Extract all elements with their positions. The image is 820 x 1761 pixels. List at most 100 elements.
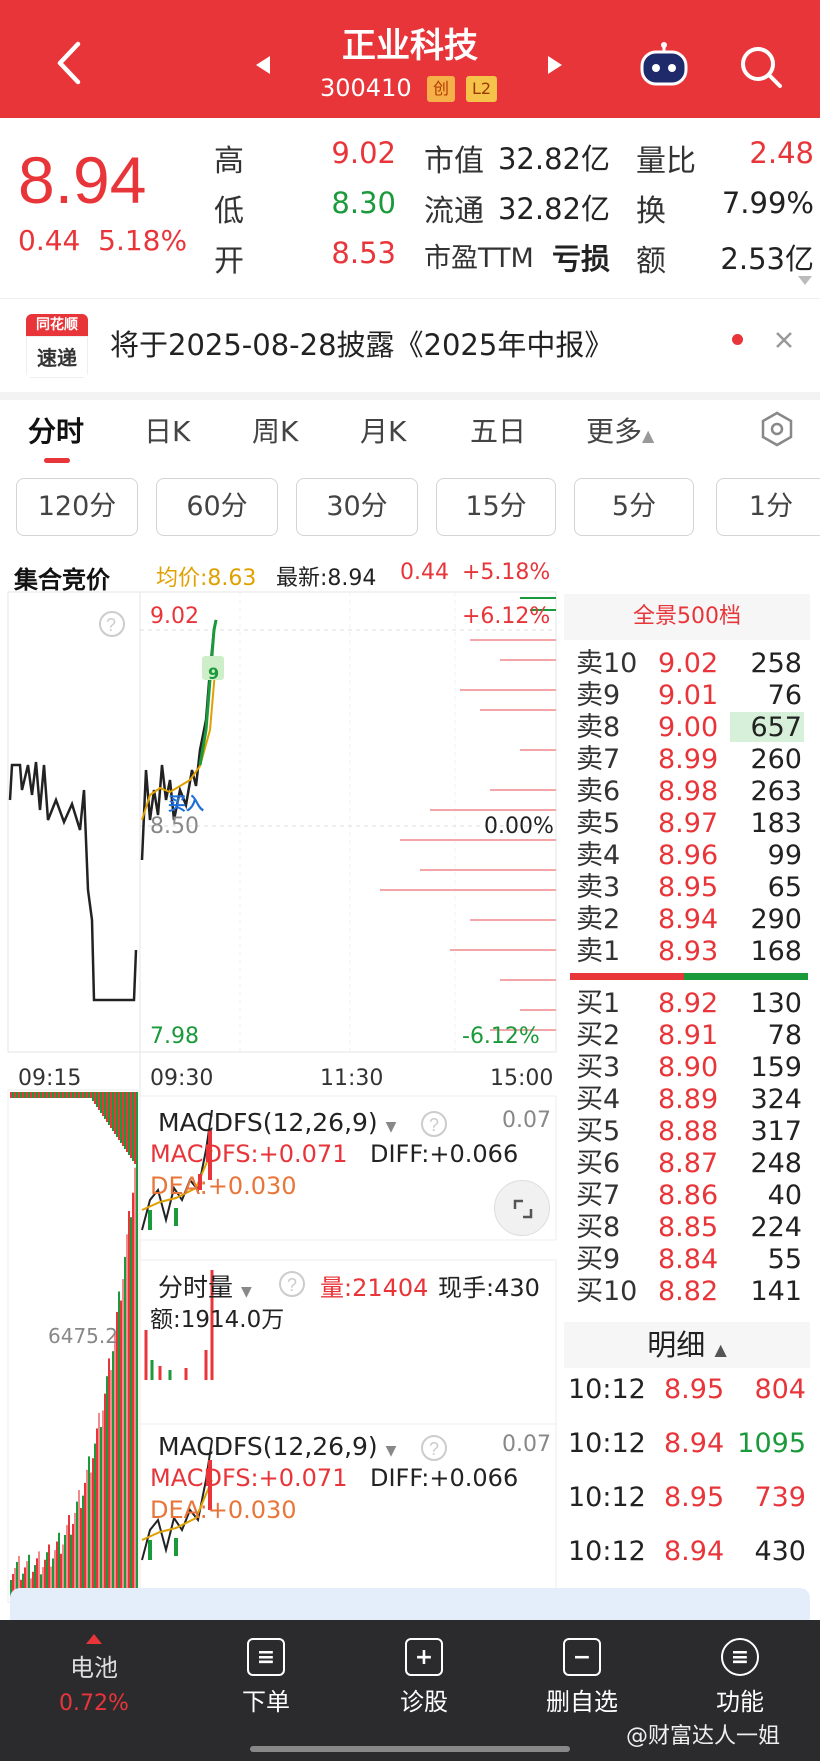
caret-up-icon: ▲ bbox=[714, 1340, 727, 1359]
tab-intraday[interactable]: 分时 bbox=[28, 410, 84, 450]
quote-value: 8.30 bbox=[331, 186, 396, 220]
time-1500: 15:00 bbox=[490, 1066, 554, 1091]
unread-dot bbox=[732, 334, 743, 345]
auction-change: 0.44 bbox=[400, 560, 449, 585]
current-hand: 现手:430 bbox=[438, 1274, 540, 1302]
settings-hex-icon[interactable] bbox=[758, 410, 796, 448]
quote-label: 开 bbox=[214, 244, 244, 279]
order-level-label: 买4 bbox=[576, 1084, 621, 1115]
order-level-label: 卖8 bbox=[576, 712, 621, 743]
order-price: 9.01 bbox=[658, 680, 719, 711]
tab-monthly-k[interactable]: 月K bbox=[360, 410, 406, 450]
svg-text:?: ? bbox=[106, 615, 116, 635]
order-volume: 40 bbox=[767, 1180, 802, 1211]
buy-marker[interactable]: 买入 bbox=[168, 790, 204, 816]
order-volume: 224 bbox=[750, 1212, 802, 1243]
order-price: 8.95 bbox=[658, 872, 719, 903]
detail-volume: 739 bbox=[754, 1482, 806, 1513]
order-level-label: 买7 bbox=[576, 1180, 621, 1211]
macd2-diff: DIFF:+0.066 bbox=[370, 1464, 519, 1492]
order-level-label: 卖10 bbox=[576, 648, 638, 679]
fullscreen-button[interactable] bbox=[494, 1180, 550, 1236]
quote-label: 市值 bbox=[424, 144, 484, 179]
detail-tab[interactable]: 明细 ▲ bbox=[564, 1322, 810, 1368]
order-price: 8.91 bbox=[658, 1020, 719, 1051]
order-price: 8.88 bbox=[658, 1116, 719, 1147]
order-price: 8.82 bbox=[658, 1276, 719, 1307]
close-icon[interactable] bbox=[774, 330, 794, 350]
quote-label: 低 bbox=[214, 194, 244, 229]
detail-volume: 430 bbox=[754, 1536, 806, 1567]
volume-title[interactable]: 分时量 ▼ bbox=[158, 1268, 252, 1304]
order-volume: 76 bbox=[767, 680, 802, 711]
notice-text[interactable]: 将于2025-08-28披露《2025年中报》 bbox=[110, 322, 613, 364]
order-volume: 260 bbox=[750, 744, 802, 775]
quote-value: 8.53 bbox=[331, 236, 396, 270]
order-level-label: 卖1 bbox=[576, 936, 621, 967]
detail-volume: 804 bbox=[754, 1374, 806, 1405]
quote-label: 流通 bbox=[424, 194, 484, 229]
home-indicator bbox=[250, 1746, 570, 1752]
chart-mid-price: 8.50 bbox=[150, 814, 199, 839]
order-level-label: 买5 bbox=[576, 1116, 621, 1147]
robot-assistant-icon[interactable] bbox=[638, 42, 690, 88]
level2-badge: L2 bbox=[466, 76, 498, 102]
fullscreen-icon bbox=[513, 1199, 533, 1219]
order-volume: 657 bbox=[750, 712, 802, 743]
search-icon[interactable] bbox=[738, 44, 784, 90]
order-level-label: 卖9 bbox=[576, 680, 621, 711]
period-30min[interactable]: 30分 bbox=[296, 478, 418, 536]
tab-more[interactable]: 更多▲ bbox=[586, 410, 654, 450]
tab-daily-k[interactable]: 日K bbox=[144, 410, 190, 450]
quote-value: 32.82亿 bbox=[497, 192, 610, 226]
menu-icon: ≡ bbox=[721, 1638, 759, 1676]
tab-underline bbox=[44, 458, 70, 463]
svg-text:?: ? bbox=[429, 1115, 439, 1135]
order-price: 8.87 bbox=[658, 1148, 719, 1179]
order-price: 8.90 bbox=[658, 1052, 719, 1083]
order-level-label: 卖7 bbox=[576, 744, 621, 775]
nav-remove-watchlist[interactable]: − 删自选 bbox=[522, 1620, 642, 1717]
order-volume: 324 bbox=[750, 1084, 802, 1115]
next-stock-icon[interactable] bbox=[546, 54, 564, 76]
tab-five-day[interactable]: 五日 bbox=[470, 410, 526, 450]
tab-more-label: 更多 bbox=[586, 415, 643, 448]
detail-volume: 1095 bbox=[737, 1428, 806, 1459]
order-price: 8.98 bbox=[658, 776, 719, 807]
period-5min[interactable]: 5分 bbox=[574, 478, 694, 536]
change-percent: 5.18% bbox=[98, 224, 188, 257]
order-volume: 290 bbox=[750, 904, 802, 935]
detail-time: 10:12 bbox=[568, 1374, 646, 1405]
help-icon[interactable]: ? bbox=[278, 1270, 306, 1298]
nav-battery[interactable]: 电池 0.72% bbox=[34, 1620, 154, 1716]
quote-label: 换 bbox=[636, 194, 666, 229]
order-level-label: 买3 bbox=[576, 1052, 621, 1083]
macd1-title[interactable]: MACDFS(12,26,9) ▼ bbox=[158, 1108, 396, 1137]
nav-functions[interactable]: ≡ 功能 bbox=[680, 1620, 800, 1717]
order-volume: 55 bbox=[767, 1244, 802, 1275]
order-level-label: 买6 bbox=[576, 1148, 621, 1179]
order-price: 8.92 bbox=[658, 988, 719, 1019]
help-icon[interactable]: ? bbox=[420, 1110, 448, 1138]
nav-order-label: 下单 bbox=[242, 1688, 290, 1716]
order-volume: 183 bbox=[750, 808, 802, 839]
order-volume: 78 bbox=[767, 1020, 802, 1051]
period-60min[interactable]: 60分 bbox=[156, 478, 278, 536]
order-volume: 99 bbox=[767, 840, 802, 871]
order-price: 8.89 bbox=[658, 1084, 719, 1115]
macd2-title[interactable]: MACDFS(12,26,9) ▼ bbox=[158, 1432, 396, 1461]
period-1min[interactable]: 1分 bbox=[716, 478, 820, 536]
period-120min[interactable]: 120分 bbox=[16, 478, 138, 536]
detail-time: 10:12 bbox=[568, 1536, 646, 1567]
panorama-500-button[interactable]: 全景500档 bbox=[564, 594, 810, 640]
time-1130: 11:30 bbox=[320, 1066, 384, 1091]
stock-name: 正业科技 bbox=[342, 26, 478, 66]
macd1-diff: DIFF:+0.066 bbox=[370, 1140, 519, 1168]
nav-order[interactable]: ≡ 下单 bbox=[206, 1620, 326, 1717]
order-level-label: 买9 bbox=[576, 1244, 621, 1275]
period-15min[interactable]: 15分 bbox=[436, 478, 556, 536]
help-icon[interactable]: ? bbox=[420, 1434, 448, 1462]
detail-time: 10:12 bbox=[568, 1428, 646, 1459]
tab-weekly-k[interactable]: 周K bbox=[252, 410, 298, 450]
nav-diagnose[interactable]: + 诊股 bbox=[364, 1620, 484, 1717]
